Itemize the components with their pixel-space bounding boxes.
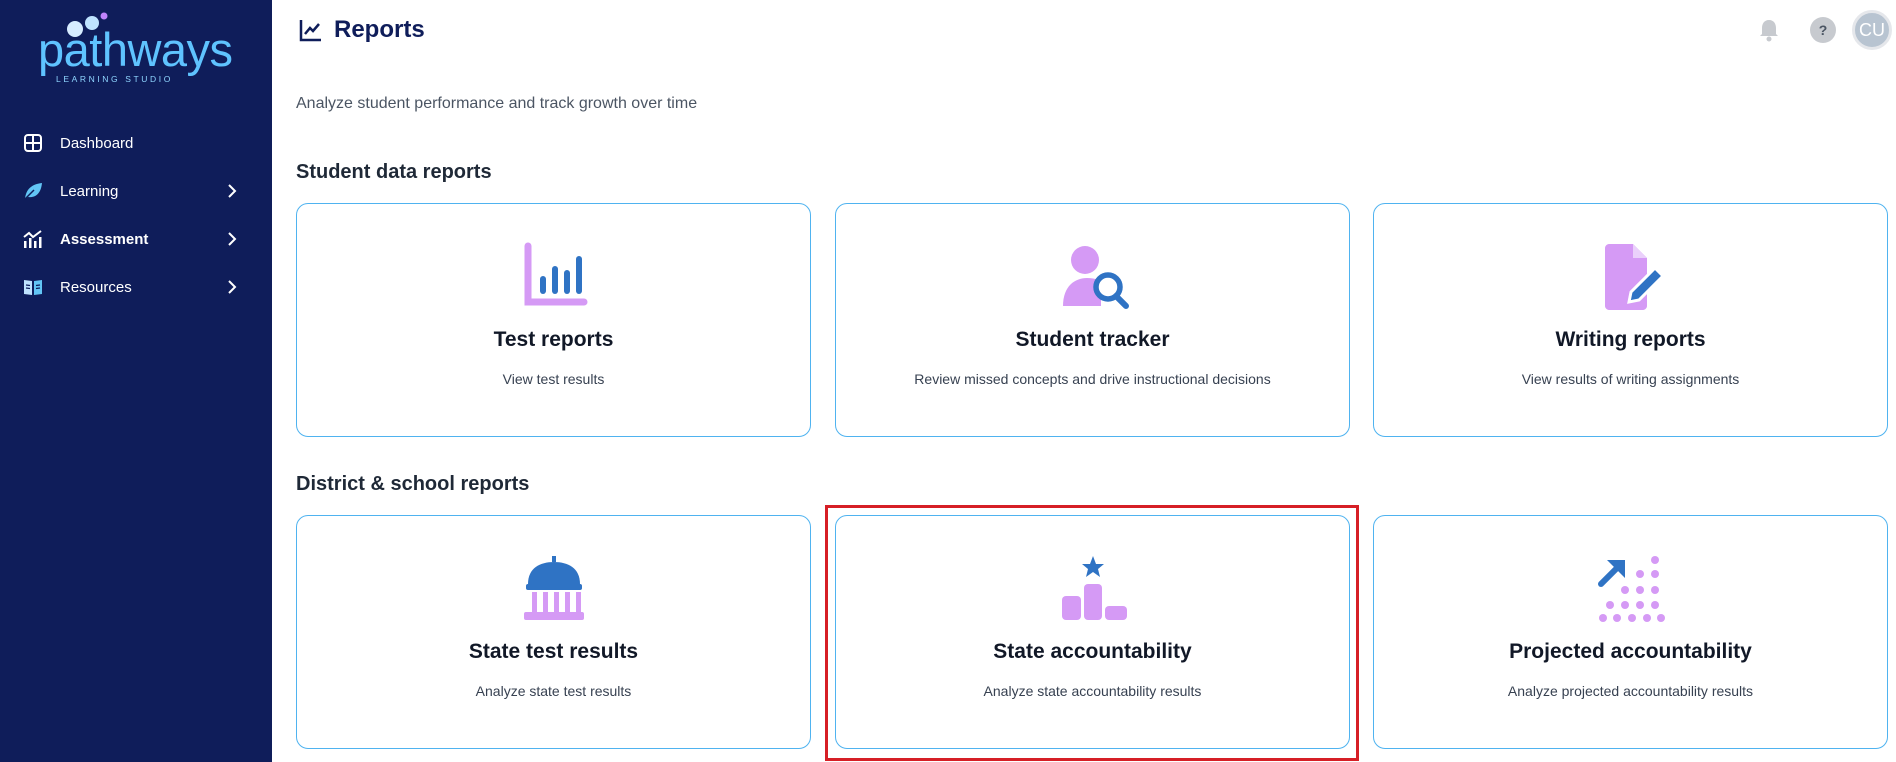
chevron-right-icon [222, 229, 242, 249]
card-title: State test results [468, 640, 639, 663]
logo-subtitle: LEARNING STUDIO [56, 74, 173, 84]
page-subtitle: Analyze student performance and track gr… [296, 95, 698, 112]
card-description: Analyze state test results [475, 683, 632, 699]
sidebar-item-dashboard[interactable]: Dashboard [0, 119, 272, 167]
card-description: Review missed concepts and drive instruc… [914, 371, 1271, 387]
card-student-tracker[interactable]: Student tracker Review missed concepts a… [835, 203, 1350, 437]
leaf-icon [22, 180, 44, 202]
card-title: Projected accountability [1509, 640, 1752, 663]
avatar[interactable]: CU [1852, 10, 1892, 50]
top-actions: ? CU [1756, 10, 1892, 50]
book-icon [22, 276, 44, 298]
sidebar-item-label: Assessment [60, 230, 149, 248]
card-state-test-results[interactable]: State test results Analyze state test re… [296, 515, 811, 749]
card-projected-accountability[interactable]: Projected accountability Analyze project… [1373, 515, 1888, 749]
section-title-student-data: Student data reports [296, 161, 492, 183]
card-title: State accountability [993, 640, 1192, 663]
card-writing-reports[interactable]: Writing reports View results of writing … [1373, 203, 1888, 437]
sidebar-item-assessment[interactable]: Assessment [0, 215, 272, 263]
help-button[interactable]: ? [1810, 17, 1836, 43]
user-search-icon [1062, 246, 1129, 309]
card-title: Writing reports [1555, 328, 1706, 351]
page-header: Reports [298, 16, 425, 44]
card-title: Test reports [493, 328, 614, 351]
page-title: Reports [334, 16, 425, 43]
line-chart-icon [299, 20, 321, 42]
sidebar-item-learning[interactable]: Learning [0, 167, 272, 215]
logo-wordmark: pathways [38, 23, 233, 76]
dashboard-grid-icon [22, 132, 44, 154]
card-description: View results of writing assignments [1521, 371, 1740, 387]
card-state-accountability[interactable]: State accountability Analyze state accou… [835, 515, 1350, 749]
sidebar-item-label: Dashboard [60, 134, 134, 152]
sidebar-item-resources[interactable]: Resources [0, 263, 272, 311]
sidebar: pathways LEARNING STUDIO Dashboard Learn… [0, 0, 272, 762]
top-bar: Reports ? CU [272, 0, 1896, 62]
section-title-district-school: District & school reports [296, 473, 530, 495]
card-description: Analyze state accountability results [983, 683, 1202, 699]
sidebar-nav: Dashboard Learning Assessment Resources [0, 119, 272, 311]
capitol-building-icon [523, 556, 584, 620]
chevron-right-icon [222, 277, 242, 297]
analytics-chart-icon [22, 228, 44, 250]
podium-star-icon [1061, 556, 1127, 620]
bar-chart-icon [524, 242, 587, 306]
sidebar-item-label: Resources [60, 278, 132, 296]
pathways-logo[interactable]: pathways LEARNING STUDIO [38, 10, 233, 84]
document-edit-icon [1604, 244, 1665, 310]
sidebar-item-label: Learning [60, 182, 119, 200]
chevron-right-icon [222, 181, 242, 201]
card-test-reports[interactable]: Test reports View test results [296, 203, 811, 437]
bell-icon[interactable] [1756, 17, 1782, 43]
card-description: Analyze projected accountability results [1507, 683, 1754, 699]
card-title: Student tracker [1015, 328, 1170, 351]
card-description: View test results [502, 371, 605, 387]
projection-arrow-icon [1597, 556, 1665, 622]
